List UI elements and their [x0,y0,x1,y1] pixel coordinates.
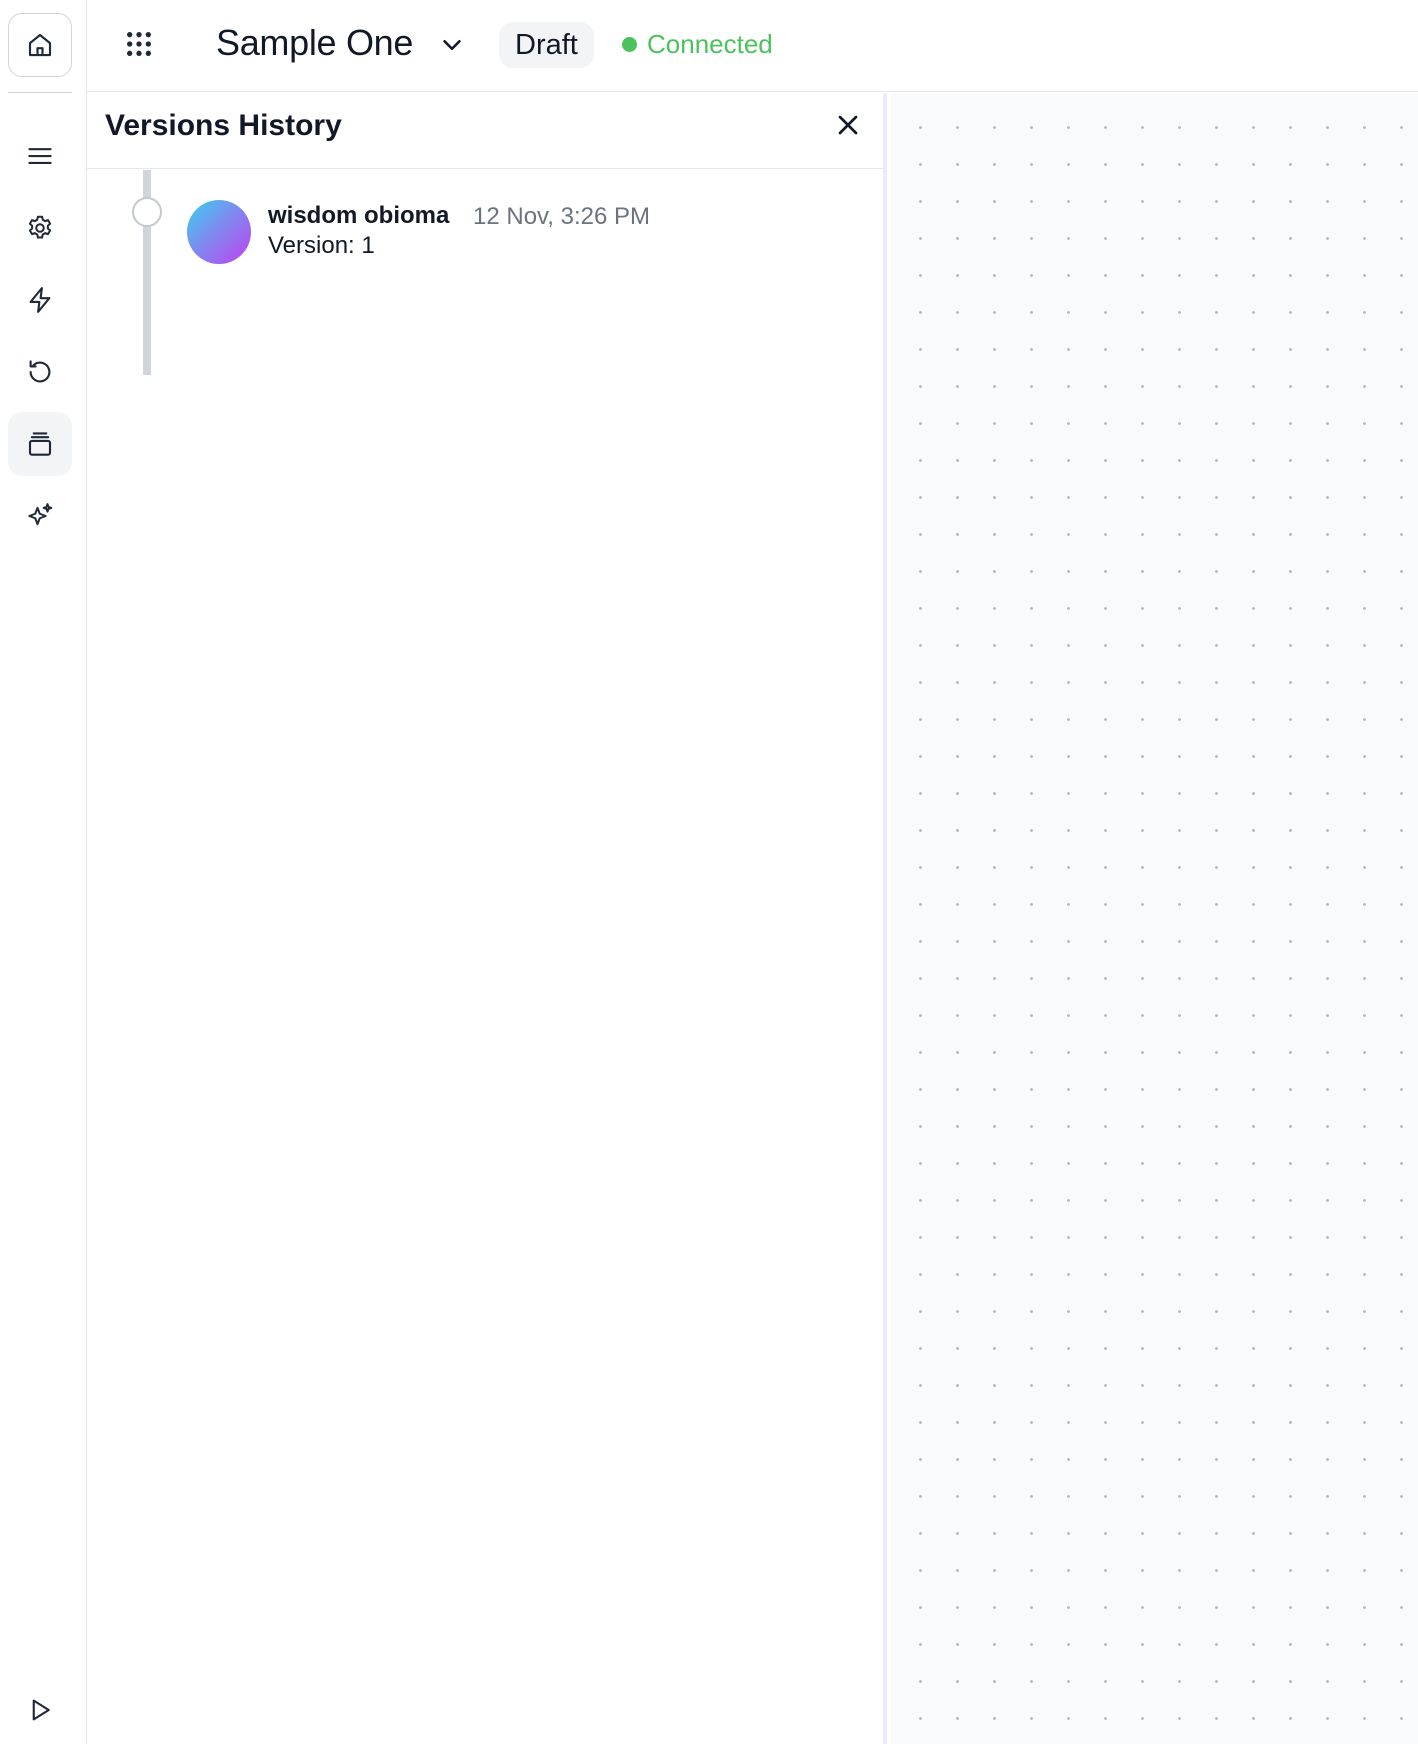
bolt-icon [29,287,51,313]
status-text: Connected [647,29,773,59]
chevron-down-icon[interactable] [437,30,467,60]
history-icon [29,360,51,383]
run-button[interactable] [8,1678,72,1742]
menu-icon [28,148,52,164]
panel-header: Versions History [87,93,883,169]
sparkles-icon [28,503,53,526]
version-timestamp: 12 Nov, 3:26 PM [473,203,650,230]
apps-grid-icon[interactable] [123,28,155,60]
home-icon [28,33,52,57]
status-dot-icon [622,37,637,52]
version-author: wisdom obioma [268,202,450,229]
connection-status: Connected [622,29,773,60]
timeline-node [132,197,162,227]
avatar [187,200,251,264]
settings-button[interactable] [8,196,72,260]
versions-panel: Versions History wisdom obioma 12 Nov, 3… [87,93,887,1744]
top-header: Sample One Draft Connected [87,0,1418,92]
workflow-canvas[interactable] [891,93,1418,1744]
close-icon[interactable] [832,109,864,141]
version-number: Version: 1 [268,232,375,259]
workflow-title[interactable]: Sample One [216,22,413,64]
left-rail [0,0,87,1744]
play-icon [32,1699,50,1721]
menu-button[interactable] [8,124,72,188]
ai-button[interactable] [8,484,72,548]
versions-icon [28,432,52,456]
panel-title: Versions History [105,109,342,142]
automations-button[interactable] [8,268,72,332]
version-entry[interactable]: wisdom obioma 12 Nov, 3:26 PM Version: 1 [187,200,787,270]
history-button[interactable] [8,340,72,404]
gear-icon [28,215,52,239]
rail-divider [8,92,72,93]
draft-badge: Draft [499,22,594,68]
versions-button[interactable] [8,412,72,476]
home-button[interactable] [8,13,72,77]
